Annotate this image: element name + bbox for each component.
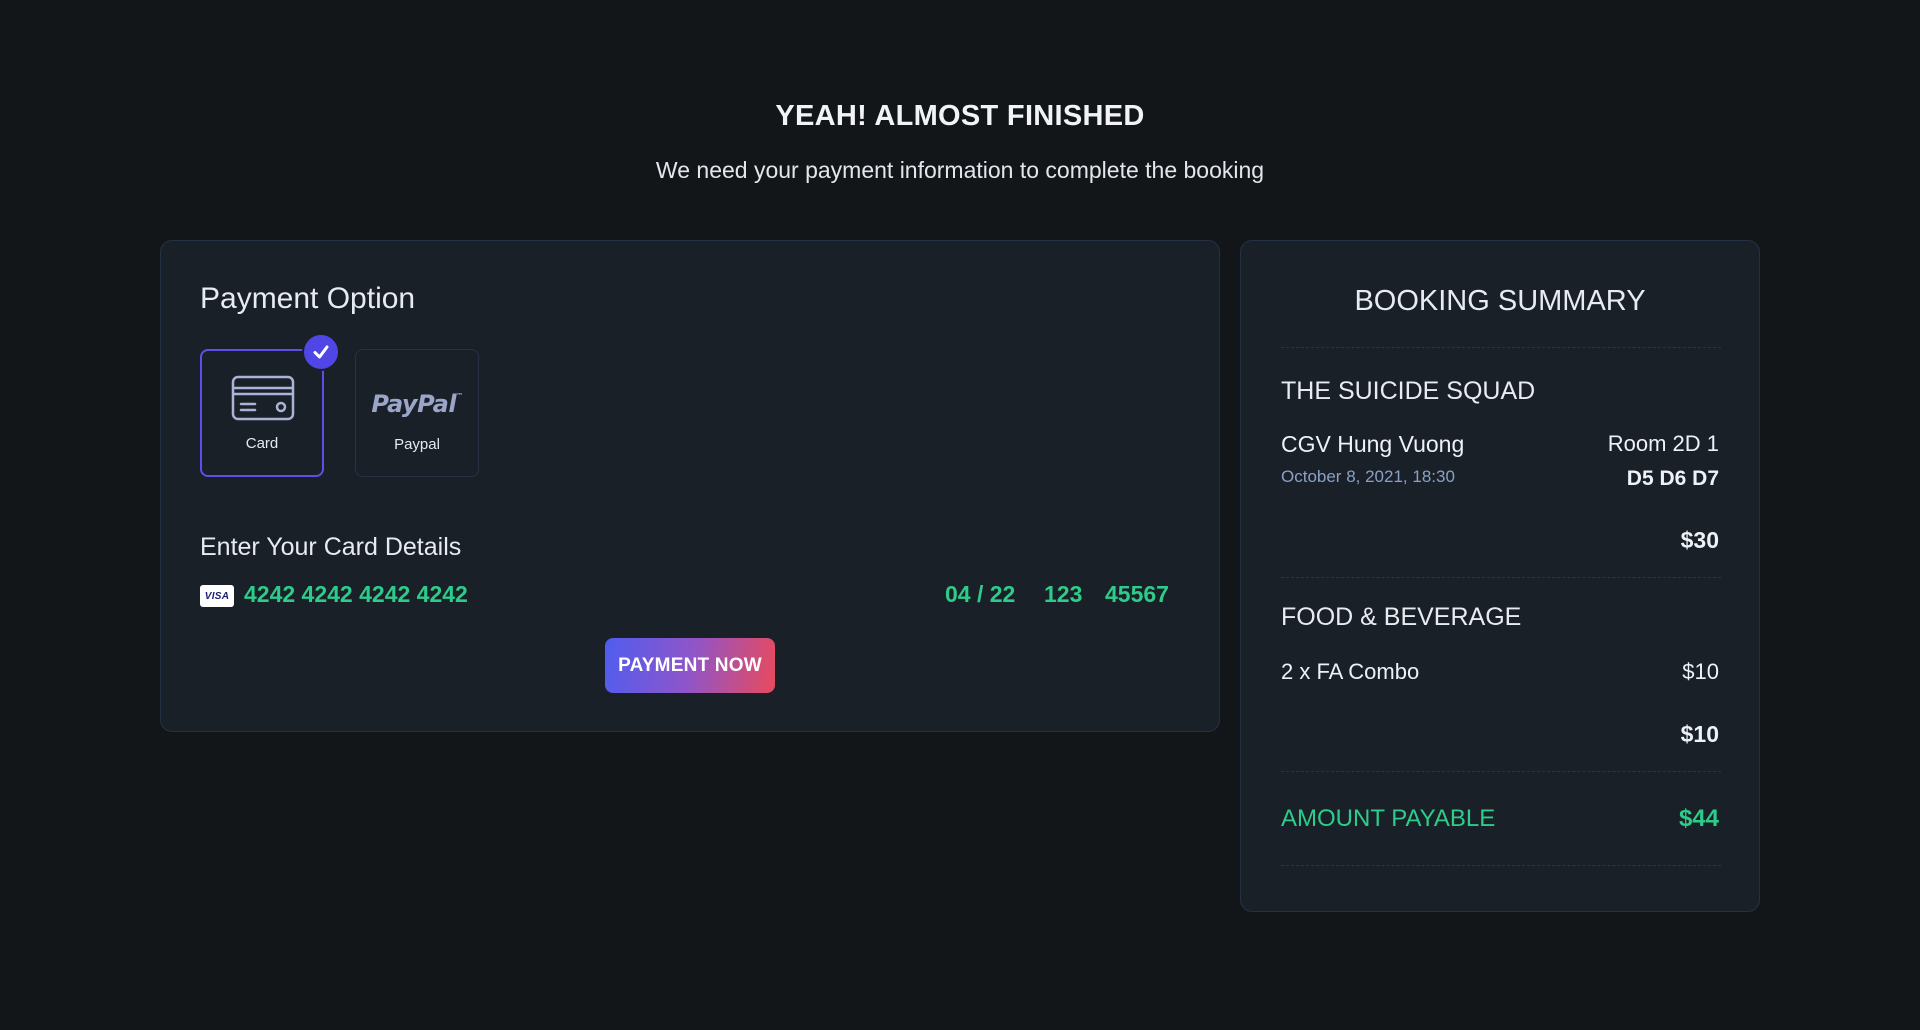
payment-option-paypal[interactable]: PayPal™ Paypal: [355, 349, 479, 477]
card-brand-text: VISA: [204, 590, 230, 602]
ticket-total: $30: [1680, 527, 1719, 553]
seat-list: D5 D6 D7: [1626, 467, 1719, 490]
food-item-name: 2 x FA Combo: [1281, 659, 1420, 684]
selected-check-icon: [302, 333, 340, 371]
paypal-logo: PayPal™: [371, 390, 463, 418]
payment-option-paypal-label: Paypal: [394, 436, 440, 453]
food-total: $10: [1680, 721, 1719, 747]
food-item-price: $10: [1682, 659, 1719, 684]
cinema-name: CGV Hung Vuong: [1281, 431, 1465, 457]
payment-panel: Payment Option Card PayPal™ Paypal Enter…: [160, 240, 1220, 732]
movie-title: THE SUICIDE SQUAD: [1281, 377, 1536, 405]
card-number-input[interactable]: [244, 581, 504, 608]
divider: [1281, 771, 1721, 772]
credit-card-icon: [231, 375, 295, 421]
divider: [1281, 865, 1721, 866]
amount-payable-value: $44: [1678, 805, 1719, 832]
booking-summary-title: BOOKING SUMMARY: [1354, 285, 1646, 317]
card-cvc-input[interactable]: [1044, 581, 1094, 608]
room-name: Room 2D 1: [1607, 431, 1719, 456]
card-details-title: Enter Your Card Details: [200, 533, 462, 561]
payment-option-title: Payment Option: [200, 282, 416, 315]
page-header: YEAH! ALMOST FINISHED We need your payme…: [0, 100, 1920, 184]
page-subtitle: We need your payment information to comp…: [655, 157, 1265, 183]
food-beverage-title: FOOD & BEVERAGE: [1281, 603, 1522, 631]
visa-icon: VISA: [200, 585, 234, 607]
divider: [1281, 577, 1721, 578]
page-title: YEAH! ALMOST FINISHED: [775, 100, 1145, 132]
card-zip-input[interactable]: [1105, 581, 1185, 608]
payment-now-button[interactable]: PAYMENT NOW: [605, 638, 775, 693]
amount-payable-label: AMOUNT PAYABLE: [1281, 805, 1496, 832]
paypal-logo-text: PayPal: [371, 390, 457, 418]
booking-summary-panel: BOOKING SUMMARY THE SUICIDE SQUAD CGV Hu…: [1240, 240, 1760, 912]
divider: [1281, 347, 1721, 348]
showtime: October 8, 2021, 18:30: [1281, 467, 1455, 486]
payment-option-card[interactable]: Card: [200, 349, 324, 477]
payment-option-card-label: Card: [245, 435, 279, 452]
card-expiry-input[interactable]: [945, 581, 1025, 608]
